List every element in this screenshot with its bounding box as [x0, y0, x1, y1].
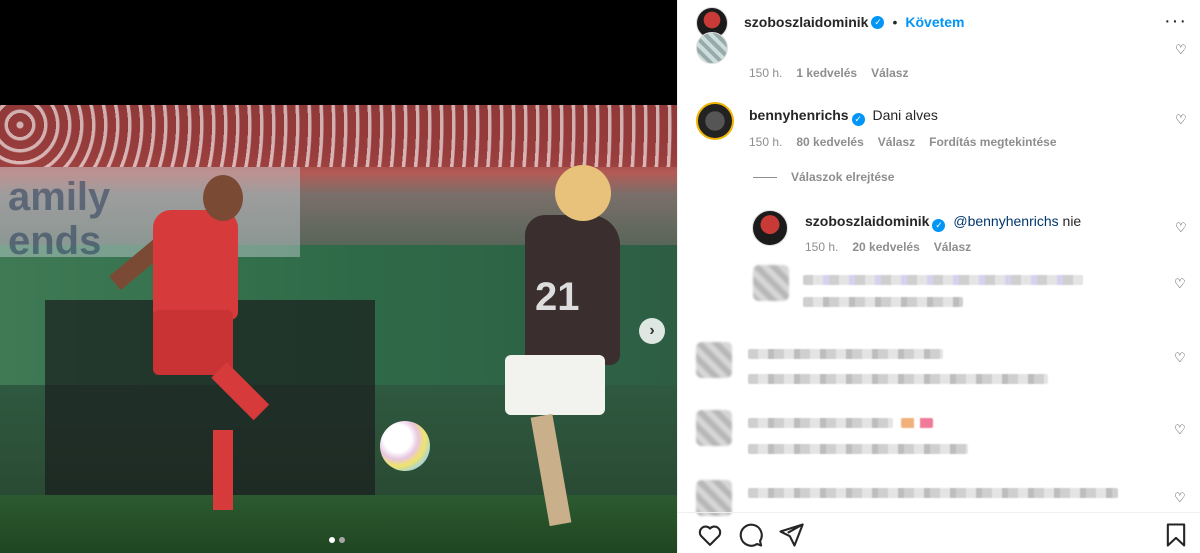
- bookmark-icon[interactable]: [1162, 521, 1190, 549]
- heart-icon[interactable]: ♡: [1174, 423, 1186, 436]
- post-actions: [678, 512, 1200, 553]
- comment-likes[interactable]: 20 kedvelés: [852, 240, 919, 254]
- comments-panel: szoboszlaidominik ✓ • Követem ··· 150 h.…: [677, 0, 1200, 553]
- post-viewer: amily ends 21 › szoboszlaidominik ✓ • Kö…: [0, 0, 1200, 553]
- blurred-emoji: [901, 418, 933, 428]
- avatar[interactable]: [696, 32, 728, 64]
- divider: [753, 176, 777, 178]
- heart-icon[interactable]: ♡: [1175, 43, 1187, 56]
- player-dark-kit: 21: [495, 165, 645, 545]
- comment: 150 h. 1 kedvelés Válasz ♡: [678, 32, 1200, 86]
- post-header: szoboszlaidominik ✓ • Követem ···: [678, 0, 1200, 46]
- verified-badge-icon: ✓: [851, 113, 865, 126]
- comment-meta: 150 h. 80 kedvelés Válasz Fordítás megte…: [749, 135, 1057, 149]
- comment-text: Dani alves: [872, 107, 938, 123]
- blurred-comment: [696, 480, 1118, 516]
- blurred-text: [748, 444, 968, 454]
- comment-username[interactable]: bennyhenrichs: [749, 107, 849, 123]
- avatar[interactable]: [696, 102, 734, 140]
- verified-badge-icon: ✓: [871, 15, 885, 29]
- hide-replies-label: Válaszok elrejtése: [791, 170, 895, 184]
- comment-body: szoboszlaidominik ✓ @bennyhenrichs nie: [805, 213, 1081, 232]
- comment-time: 150 h.: [749, 66, 783, 80]
- banner-text: amily ends: [8, 175, 111, 263]
- carousel-dot: [329, 537, 335, 543]
- next-slide-button[interactable]: ›: [639, 318, 665, 344]
- chevron-right-icon: ›: [649, 322, 655, 339]
- heart-icon[interactable]: ♡: [1174, 351, 1186, 364]
- blurred-avatar: [696, 342, 732, 378]
- comment-username[interactable]: szoboszlaidominik: [805, 213, 929, 229]
- football: [380, 421, 430, 471]
- comment-text: nie: [1058, 213, 1082, 229]
- share-icon[interactable]: [777, 521, 805, 549]
- player-red-kit: [108, 175, 308, 545]
- blurred-text: [803, 297, 963, 307]
- blurred-text: [803, 275, 1083, 285]
- header-username[interactable]: szoboszlaidominik: [744, 14, 868, 30]
- blurred-comment: [696, 410, 1116, 460]
- blurred-comment: [753, 265, 1173, 315]
- heart-icon[interactable]: [696, 521, 724, 549]
- reply-button[interactable]: Válasz: [934, 240, 971, 254]
- reply-comment: szoboszlaidominik ✓ @bennyhenrichs nie 15…: [678, 206, 1200, 266]
- blurred-text: [748, 488, 1118, 498]
- carousel-dots: [329, 537, 345, 543]
- carousel-dot: [339, 537, 345, 543]
- translate-button[interactable]: Fordítás megtekintése: [929, 135, 1056, 149]
- reply-button[interactable]: Válasz: [871, 66, 908, 80]
- comment-time: 150 h.: [805, 240, 839, 254]
- follow-button[interactable]: Követem: [905, 14, 964, 30]
- heart-icon[interactable]: ♡: [1174, 277, 1186, 290]
- separator-dot: •: [892, 14, 898, 30]
- hide-replies-button[interactable]: Válaszok elrejtése: [753, 170, 894, 184]
- comment: bennyhenrichs ✓ Dani alves 150 h. 80 kedv…: [678, 100, 1200, 160]
- comment-icon[interactable]: [736, 521, 764, 549]
- comment-likes[interactable]: 1 kedvelés: [796, 66, 857, 80]
- heart-icon[interactable]: ♡: [1174, 491, 1186, 504]
- mention-link[interactable]: @bennyhenrichs: [953, 213, 1058, 229]
- more-horizontal-icon[interactable]: ···: [1164, 10, 1187, 33]
- blurred-avatar: [696, 410, 732, 446]
- blurred-text: [748, 374, 1048, 384]
- blurred-comment: [696, 342, 1116, 387]
- post-photo: amily ends 21: [0, 105, 677, 553]
- verified-badge-icon: ✓: [932, 219, 946, 232]
- header-user: szoboszlaidominik ✓ • Követem: [744, 14, 965, 30]
- jersey-number: 21: [535, 275, 580, 319]
- blurred-avatar: [753, 265, 789, 301]
- avatar[interactable]: [752, 210, 788, 246]
- blurred-text: [748, 349, 943, 359]
- stadium-crowd: [0, 105, 677, 167]
- comment-time: 150 h.: [749, 135, 783, 149]
- comment-meta: 150 h. 1 kedvelés Válasz: [749, 66, 908, 80]
- blurred-avatar: [696, 480, 732, 516]
- comment-likes[interactable]: 80 kedvelés: [796, 135, 863, 149]
- post-media[interactable]: amily ends 21 ›: [0, 0, 677, 553]
- reply-button[interactable]: Válasz: [878, 135, 915, 149]
- blurred-text: [748, 418, 893, 428]
- heart-icon[interactable]: ♡: [1175, 113, 1187, 126]
- heart-icon[interactable]: ♡: [1175, 221, 1187, 234]
- comment-meta: 150 h. 20 kedvelés Válasz: [805, 240, 971, 254]
- comment-body: bennyhenrichs ✓ Dani alves: [749, 107, 938, 126]
